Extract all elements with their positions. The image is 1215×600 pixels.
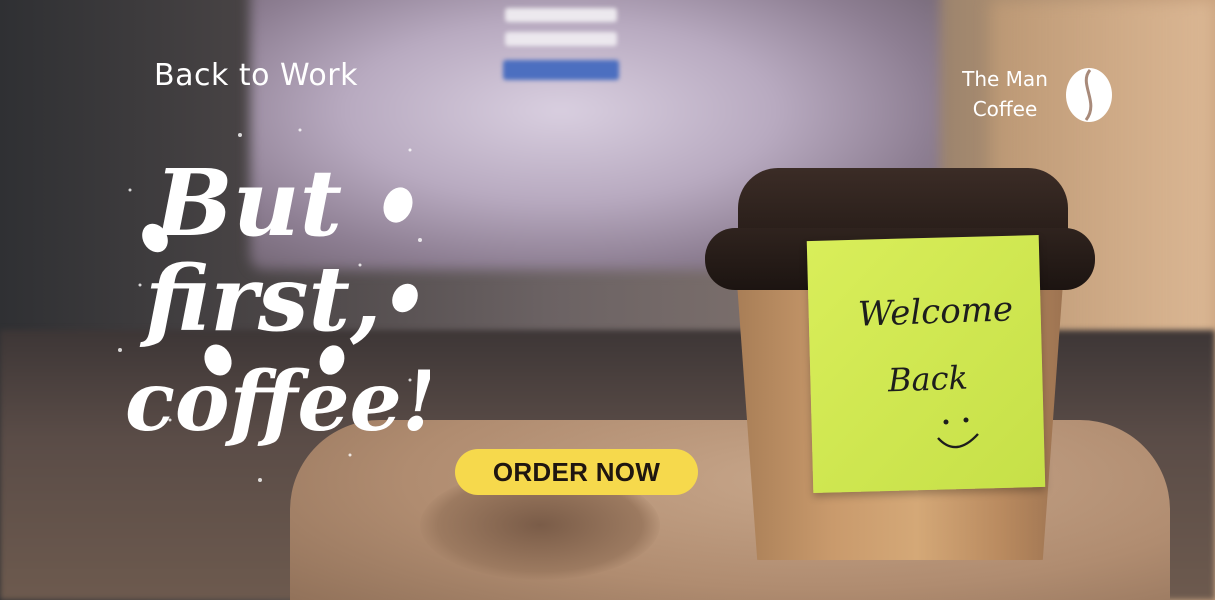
smiley-icon xyxy=(937,417,979,449)
screen-button xyxy=(503,60,619,80)
brand-line1: The Man xyxy=(962,67,1048,91)
brand-name: The Man Coffee xyxy=(950,64,1060,124)
lettering-line2: first, xyxy=(139,246,381,352)
note-welcome-text: Welcome xyxy=(857,289,1014,335)
lettering-line1: But xyxy=(152,149,342,257)
order-now-button[interactable]: ORDER NOW xyxy=(455,449,698,495)
brand-line2: Coffee xyxy=(972,97,1038,121)
note-back-text: Back xyxy=(887,358,969,400)
screen-field-2 xyxy=(505,32,617,46)
screen-field-1 xyxy=(505,8,617,22)
headline-text: Back to Work xyxy=(154,58,358,93)
but-first-coffee-lettering: But first, coffee! xyxy=(118,128,430,482)
lettering-line3: coffee! xyxy=(125,354,430,450)
coffee-bean-icon xyxy=(1066,68,1112,122)
